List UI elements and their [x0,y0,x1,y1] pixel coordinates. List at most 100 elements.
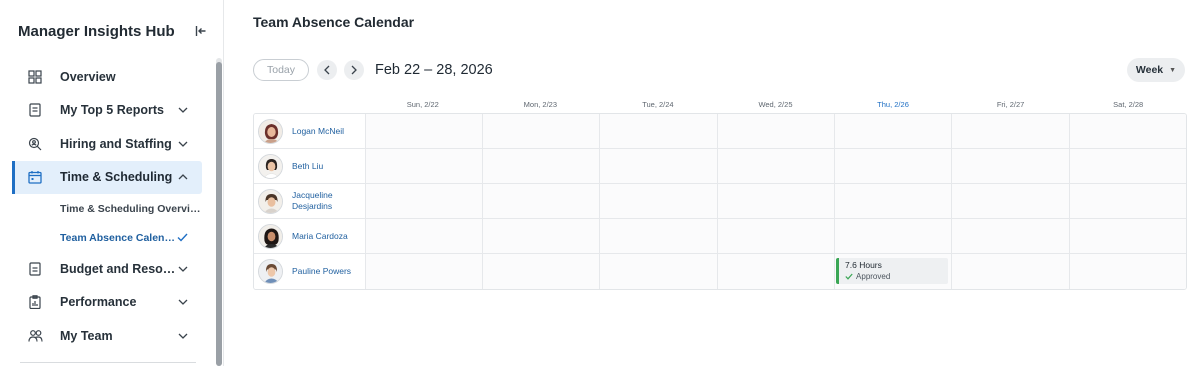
date-range: Feb 22 – 28, 2026 [375,62,493,78]
grid-icon [27,69,43,85]
calendar-grid: Logan McNeil Beth Liu Jacqueline Desjard… [253,113,1187,290]
day-cell[interactable] [364,219,483,253]
calendar-row: Jacqueline Desjardins [254,184,1186,219]
day-cell[interactable] [599,149,717,183]
day-cell[interactable] [482,254,600,289]
day-cell[interactable] [951,149,1069,183]
avatar [258,223,283,249]
sidebar-scrollbar[interactable] [216,58,222,366]
search-person-icon [27,136,43,152]
subitem-time-scheduling-overview[interactable]: Time & Scheduling Overview [12,194,202,223]
day-cell[interactable] [1068,114,1186,148]
day-cell[interactable] [1068,149,1186,183]
subitem-team-absence-calendar[interactable]: Team Absence Calendar [12,223,202,252]
absence-calendar: Sun, 2/22 Mon, 2/23 Tue, 2/24 Wed, 2/25 … [253,100,1187,290]
day-cell[interactable] [364,254,483,289]
day-cell[interactable] [599,219,717,253]
day-cell[interactable] [834,184,952,218]
person-name-link[interactable]: Beth Liu [292,161,323,172]
day-cell[interactable] [716,184,835,218]
sidebar-item-label: My Top 5 Reports [60,103,164,118]
person-name-link[interactable]: Logan McNeil [292,126,344,137]
day-cell[interactable] [716,114,835,148]
day-cell[interactable] [482,219,600,253]
sidebar-item-label: Performance [60,295,137,310]
calendar-toolbar: Today Feb 22 – 28, 2026 Week ▼ [253,58,1188,82]
day-header: Sat, 2/28 [1113,100,1144,109]
day-cell[interactable] [482,149,600,183]
day-cell[interactable] [1068,184,1186,218]
avatar [258,188,283,214]
sidebar-item-my-team[interactable]: My Team [12,319,202,353]
next-week-button[interactable] [344,60,364,80]
day-header: Fri, 2/27 [996,100,1025,109]
day-cell[interactable] [482,184,600,218]
person-cell: Maria Cardoza [254,219,365,253]
sidebar-item-budget-resources[interactable]: Budget and Resources [12,252,202,286]
sidebar-item-time-scheduling[interactable]: Time & Scheduling [12,160,202,194]
day-cell[interactable] [951,254,1069,289]
chevron-down-icon[interactable] [176,137,190,151]
day-cell[interactable] [951,219,1069,253]
app-title: Manager Insights Hub [18,22,175,40]
day-cell[interactable] [716,254,835,289]
previous-week-button[interactable] [317,60,337,80]
person-cell: Beth Liu [254,149,365,183]
day-cell[interactable] [599,114,717,148]
day-header: Tue, 2/24 [642,100,674,109]
day-header: Mon, 2/23 [523,100,558,109]
day-cell[interactable] [951,184,1069,218]
sidebar-item-label: Overview [60,69,116,84]
day-cell[interactable] [1068,219,1186,253]
chevron-up-icon[interactable] [176,170,190,184]
absence-event[interactable]: 7.6 Hours Approved [836,258,949,284]
scrollbar-thumb[interactable] [216,62,222,366]
day-cell[interactable] [834,149,952,183]
caret-down-icon: ▼ [1169,66,1177,74]
person-name-link[interactable]: Maria Cardoza [292,231,348,242]
sidebar-item-hiring-staffing[interactable]: Hiring and Staffing [12,127,202,161]
chevron-left-icon [324,65,330,75]
collapse-sidebar-icon[interactable] [194,24,208,38]
calendar-row: Beth Liu [254,149,1186,184]
absence-hours: 7.6 Hours [845,260,882,270]
day-cell[interactable] [599,254,717,289]
absence-status-label: Approved [856,272,891,281]
today-button[interactable]: Today [253,59,309,81]
view-select-label: Week [1135,64,1164,76]
sidebar-item-performance[interactable]: Performance [12,286,202,320]
sidebar-item-top-5-reports[interactable]: My Top 5 Reports [12,94,202,128]
day-cell[interactable] [834,219,952,253]
person-cell: Pauline Powers [254,254,365,289]
calendar-row: Logan McNeil [254,114,1186,149]
day-cell[interactable] [716,219,835,253]
person-name-link[interactable]: Jacqueline Desjardins [292,190,365,212]
chevron-down-icon[interactable] [176,295,190,309]
chevron-down-icon[interactable] [176,262,190,276]
person-name-link[interactable]: Pauline Powers [292,266,351,277]
sidebar-item-overview[interactable]: Overview [12,60,202,94]
day-cell[interactable] [951,114,1069,148]
avatar [258,118,283,144]
day-header-today: Thu, 2/26 [877,100,909,109]
view-select[interactable]: Week ▼ [1127,58,1185,82]
day-cell[interactable] [599,184,717,218]
day-cell[interactable] [364,184,483,218]
day-cell[interactable] [364,114,483,148]
day-cell[interactable] [1068,254,1186,289]
day-cell[interactable] [834,114,952,148]
day-cell[interactable]: 7.6 Hours Approved [834,254,952,289]
subitem-label: Team Absence Calendar [60,231,175,244]
sidebar-item-label: Budget and Resources [60,261,176,276]
chevron-down-icon[interactable] [176,103,190,117]
calendar-row: Pauline Powers 7.6 Hours Approved [254,254,1186,289]
chevron-down-icon[interactable] [176,329,190,343]
avatar [258,153,283,179]
day-cell[interactable] [364,149,483,183]
day-cell[interactable] [716,149,835,183]
day-cell[interactable] [482,114,600,148]
subitem-label: Time & Scheduling Overview [60,202,202,215]
day-header: Sun, 2/22 [406,100,439,109]
divider [20,362,196,363]
main-content: Team Absence Calendar Today Feb 22 – 28,… [225,0,1200,366]
